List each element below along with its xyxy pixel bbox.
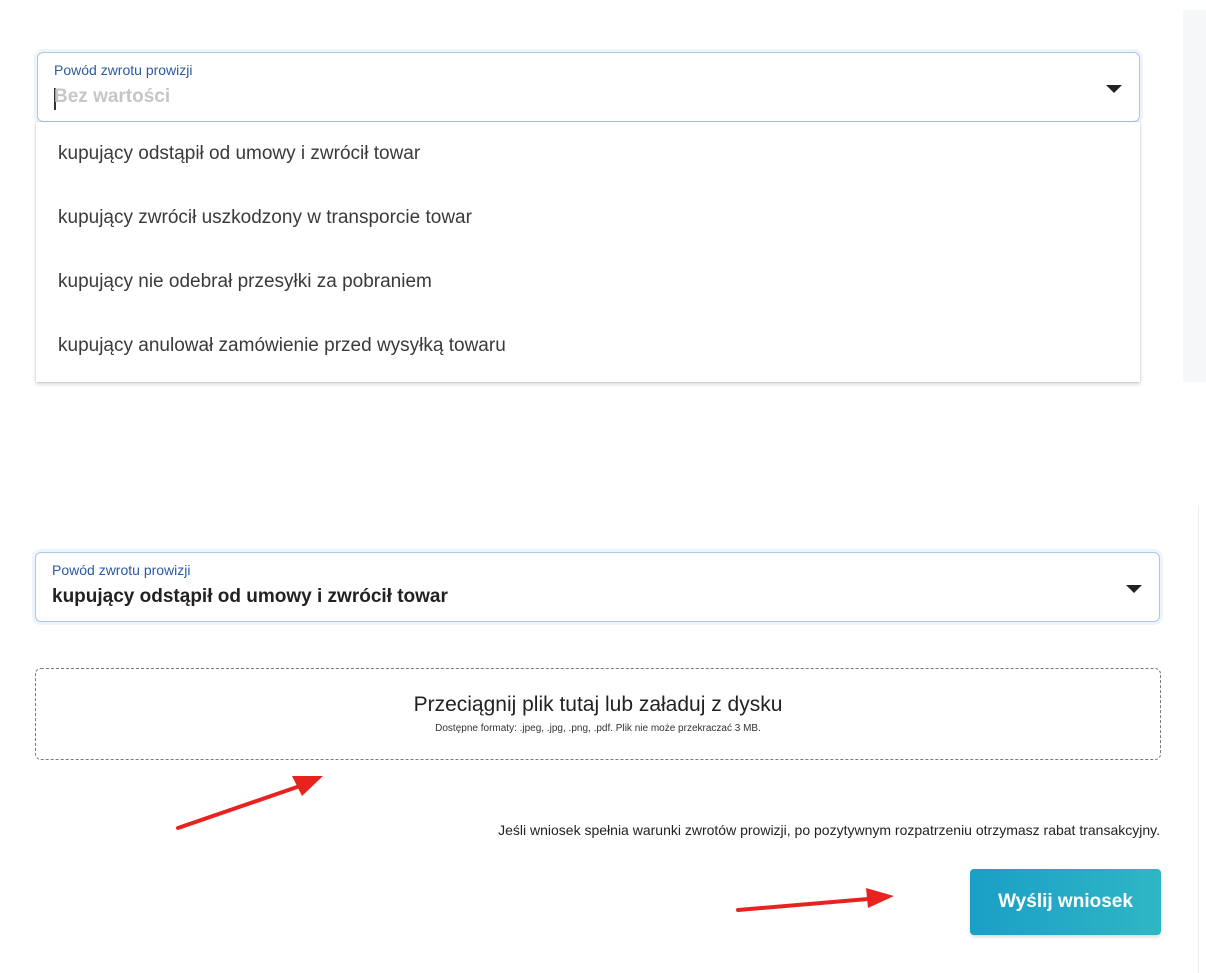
annotation-arrow-icon: [176, 776, 323, 830]
annotation-arrows: [176, 776, 894, 912]
annotation-arrow-icon: [736, 888, 894, 912]
